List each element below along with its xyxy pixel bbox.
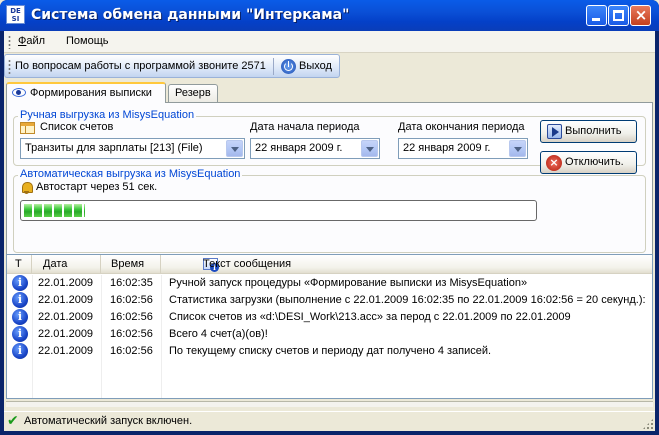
stop-icon: × (546, 155, 562, 171)
info-icon: i (12, 292, 28, 308)
toolbar-grip-icon[interactable] (8, 59, 11, 74)
accounts-select[interactable]: Транзиты для зарплаты [213] (File) (20, 138, 245, 159)
start-date-value: 22 января 2009 г. (255, 142, 343, 154)
row-time: 16:02:56 (110, 311, 153, 323)
message-log-table[interactable]: T Дата Время Текст сообщения i 22.01.200… (6, 254, 653, 399)
tab-reserve[interactable]: Резерв (168, 84, 218, 102)
row-message: Всего 4 счет(а)(ов)! (169, 328, 268, 340)
row-message: Ручной запуск процедуры «Формирование вы… (169, 277, 528, 289)
support-text: По вопросам работы с программой звоните … (15, 60, 266, 72)
close-icon: × (634, 6, 648, 24)
toolbar-separator (273, 58, 274, 75)
autostart-progress-bar (20, 200, 537, 221)
tab-strip: Формирования выписки Резерв (6, 82, 653, 103)
list-icon (20, 122, 35, 134)
row-message: По текущему списку счетов и периоду дат … (169, 345, 492, 357)
window-title: Система обмена данными "Интеркама" (31, 7, 350, 23)
chevron-down-icon[interactable] (361, 140, 378, 157)
table-row[interactable]: i 22.01.2009 16:02:56 Всего 4 счет(а)(ов… (7, 326, 652, 343)
column-date-label: Дата (43, 258, 68, 270)
toolbar: По вопросам работы с программой звоните … (4, 54, 340, 78)
start-date-picker[interactable]: 22 января 2009 г. (250, 138, 380, 159)
table-row[interactable]: i 22.01.2009 16:02:56 По текущему списку… (7, 343, 652, 360)
close-button[interactable]: × (630, 5, 651, 26)
status-text: Автоматический запуск включен. (24, 415, 193, 427)
menu-help[interactable]: Помощь (66, 35, 109, 47)
play-icon (547, 124, 562, 139)
client-area: Файл Помощь По вопросам работы с програм… (4, 31, 655, 431)
info-icon: i (12, 343, 28, 359)
info-icon: i (12, 309, 28, 325)
menu-file[interactable]: Файл (18, 35, 45, 47)
progress-fill (24, 204, 85, 217)
row-date: 22.01.2009 (38, 345, 94, 357)
exit-label: Выход (299, 60, 332, 72)
row-time: 16:02:56 (110, 328, 153, 340)
disable-button-label: Отключить. (565, 156, 624, 168)
maximize-icon (613, 10, 624, 21)
row-time: 16:02:35 (110, 277, 153, 289)
auto-export-group: Автоматическая выгрузка из MisysEquation… (13, 168, 646, 253)
row-message: Статистика загрузки (выполнение с 22.01.… (169, 294, 646, 306)
manual-group-title: Ручная выгрузка из MisysEquation (18, 109, 197, 121)
resize-grip-icon[interactable] (642, 418, 654, 430)
end-date-value: 22 января 2009 г. (403, 142, 491, 154)
chevron-down-icon[interactable] (226, 140, 243, 157)
statement-panel: Ручная выгрузка из MisysEquation Список … (6, 102, 653, 258)
menu-bar: Файл Помощь (4, 31, 655, 53)
tab-reserve-label: Резерв (175, 87, 211, 99)
end-date-label: Дата окончания периода (398, 121, 525, 133)
table-row[interactable]: i 22.01.2009 16:02:56 Список счетов из «… (7, 309, 652, 326)
info-icon: i (12, 275, 28, 291)
exit-button[interactable]: Выход (277, 57, 332, 76)
start-date-label: Дата начала периода (250, 121, 360, 133)
row-time: 16:02:56 (110, 345, 153, 357)
column-header-date[interactable]: Дата (32, 255, 101, 274)
minimize-icon (592, 18, 600, 21)
tab-statement[interactable]: Формирования выписки (6, 82, 166, 103)
checkmark-icon: ✔ (7, 413, 19, 429)
row-date: 22.01.2009 (38, 277, 94, 289)
row-date: 22.01.2009 (38, 294, 94, 306)
eye-icon (12, 88, 26, 97)
menubar-grip-icon[interactable] (8, 35, 11, 49)
horizontal-splitter[interactable] (6, 401, 653, 407)
column-message-label: Текст сообщения (203, 258, 292, 270)
app-icon: DE SI (6, 5, 25, 24)
row-date: 22.01.2009 (38, 328, 94, 340)
status-bar: ✔ Автоматический запуск включен. (4, 411, 655, 431)
table-row[interactable]: i 22.01.2009 16:02:35 Ручной запуск проц… (7, 275, 652, 292)
minimize-button[interactable] (586, 5, 607, 26)
app-window: DE SI Система обмена данными "Интеркама"… (0, 0, 659, 435)
column-header-time[interactable]: Время (101, 255, 161, 274)
run-button[interactable]: Выполнить (540, 120, 637, 143)
column-type-label: T (15, 258, 22, 270)
tab-statement-label: Формирования выписки (30, 87, 152, 99)
title-bar[interactable]: DE SI Система обмена данными "Интеркама"… (0, 0, 659, 31)
bell-icon (21, 182, 33, 194)
maximize-button[interactable] (608, 5, 629, 26)
end-date-picker[interactable]: 22 января 2009 г. (398, 138, 528, 159)
column-time-label: Время (111, 258, 145, 270)
auto-group-title: Автоматическая выгрузка из MisysEquation (18, 168, 243, 180)
accounts-value: Транзиты для зарплаты [213] (File) (25, 142, 203, 154)
info-icon: i (12, 326, 28, 342)
disable-button[interactable]: × Отключить. (540, 151, 637, 174)
chevron-down-icon[interactable] (509, 140, 526, 157)
log-header: T Дата Время Текст сообщения (7, 255, 652, 274)
row-date: 22.01.2009 (38, 311, 94, 323)
row-time: 16:02:56 (110, 294, 153, 306)
column-header-type[interactable]: T (7, 255, 32, 274)
column-header-message[interactable]: Текст сообщения (161, 255, 652, 274)
row-message: Список счетов из «d:\DESI_Work\213.acc» … (169, 311, 571, 323)
log-rows: i 22.01.2009 16:02:35 Ручной запуск проц… (7, 275, 652, 360)
autostart-countdown: Автостарт через 51 сек. (36, 181, 158, 193)
run-button-label: Выполнить (565, 125, 622, 137)
table-row[interactable]: i 22.01.2009 16:02:56 Статистика загрузк… (7, 292, 652, 309)
accounts-label: Список счетов (40, 121, 114, 133)
power-icon (281, 59, 296, 74)
